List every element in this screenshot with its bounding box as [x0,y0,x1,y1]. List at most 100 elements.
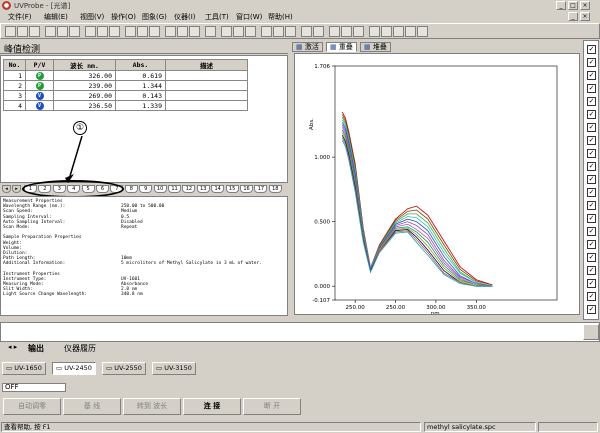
maximize-button[interactable]: □ [568,1,578,10]
page-tab[interactable]: 12 [182,185,196,193]
output-scroll[interactable] [583,324,599,340]
undo-icon[interactable] [85,26,96,37]
output-arrows-icon[interactable]: ◂ ▸ [8,343,17,351]
cut-icon[interactable] [45,26,56,37]
tab-prev-icon[interactable]: ◂ [2,185,11,193]
series-checkbox[interactable]: ✓ [587,110,596,119]
tab-output[interactable]: 输出 [28,343,44,354]
cursor-icon[interactable] [205,26,216,37]
new-file-icon[interactable] [5,26,16,37]
math-icon[interactable] [301,26,312,37]
table-row[interactable]: 1 P 326.00 0.619 [3,70,248,81]
goto-wavelength-button[interactable]: 转到 波长 [123,398,181,415]
series-checkbox[interactable]: ✓ [587,45,596,54]
menu-tools[interactable]: 工具(T) [205,12,229,22]
table-row[interactable]: 4 V 236.50 1.339 [3,100,248,111]
series-checkbox[interactable]: ✓ [587,123,596,132]
page-tab[interactable]: 15 [225,185,239,193]
report-icon[interactable] [149,26,160,37]
axis-icon[interactable] [341,26,352,37]
series-checkbox[interactable]: ✓ [587,214,596,223]
graph-c-icon[interactable] [189,26,200,37]
save-icon[interactable] [29,26,40,37]
series-checkbox[interactable]: ✓ [587,162,596,171]
col-wavelength[interactable]: 波长 nm. [53,59,116,71]
page-tab[interactable]: 18 [268,185,282,193]
instrument-uv-2450[interactable]: ▭ UV-2450 [52,362,96,375]
col-no[interactable]: No. [3,59,26,71]
instrument-uv-1650[interactable]: ▭ UV-1650 [2,362,46,375]
tab-instrument-history[interactable]: 仪器履历 [64,343,96,354]
table-row[interactable]: 3 V 269.00 0.143 [3,90,248,101]
zoom-fit-icon[interactable] [245,26,256,37]
zoom-out-icon[interactable] [233,26,244,37]
series-checkbox[interactable]: ✓ [587,253,596,262]
minimize-button[interactable]: _ [556,1,566,10]
page-tab[interactable]: 16 [240,185,253,193]
col-pv[interactable]: P/V [25,59,54,71]
tab-active[interactable]: ▦ 激活 [292,42,323,52]
series-checkbox[interactable]: ✓ [587,188,596,197]
menu-window[interactable]: 窗口(W) [236,12,262,22]
series-checkbox[interactable]: ✓ [587,227,596,236]
page-tab[interactable]: 9 [139,185,153,193]
page-tab[interactable]: 14 [211,185,225,193]
baseline-button[interactable]: 基 线 [63,398,121,415]
spreadsheet-icon[interactable] [405,26,416,37]
series-checkbox[interactable]: ✓ [587,97,596,106]
menu-instrument[interactable]: 仪器(I) [174,12,196,22]
legend-icon[interactable] [353,26,364,37]
graph-b-icon[interactable] [177,26,188,37]
point-pick-icon[interactable] [273,26,284,37]
doc-close-button[interactable]: × [580,12,590,21]
print-icon[interactable] [97,26,108,37]
series-checkbox[interactable]: ✓ [587,84,596,93]
menu-file[interactable]: 文件(F) [8,12,32,22]
properties-icon[interactable] [137,26,148,37]
menu-edit[interactable]: 编辑(E) [44,12,68,22]
close-button[interactable]: × [580,1,590,10]
zoom-in-icon[interactable] [221,26,232,37]
open-file-icon[interactable] [17,26,28,37]
series-checkbox[interactable]: ✓ [587,58,596,67]
series-checkbox[interactable]: ✓ [587,136,596,145]
method-icon[interactable] [125,26,136,37]
instrument-uv-3150[interactable]: ▭ UV-3150 [152,362,196,375]
graph-a-icon[interactable] [165,26,176,37]
tab-stack[interactable]: ▦ 堆叠 [360,42,391,52]
autozero-button[interactable]: 自动调零 [3,398,61,415]
menu-help[interactable]: 帮助(H) [268,12,293,22]
series-checkbox[interactable]: ✓ [587,305,596,314]
menu-graph[interactable]: 图象(G) [142,12,167,22]
color-icon[interactable] [369,26,380,37]
tab-overlay[interactable]: ▦ 重叠 [326,42,357,52]
connect-button[interactable]: 连 接 [183,398,241,415]
grid-icon[interactable] [381,26,392,37]
series-checkbox[interactable]: ✓ [587,149,596,158]
help-icon[interactable] [417,26,428,37]
disconnect-button[interactable]: 断 开 [243,398,301,415]
series-checkbox[interactable]: ✓ [587,201,596,210]
area-icon[interactable] [285,26,296,37]
spectrum-chart[interactable]: -0.1070.0000.5001.0001.706250.00 250.00 30… [295,54,579,317]
menu-operation[interactable]: 操作(O) [111,12,136,22]
series-checkbox[interactable]: ✓ [587,279,596,288]
paste-icon[interactable] [69,26,80,37]
col-abs[interactable]: Abs. [115,59,166,71]
col-description[interactable]: 描述 [165,59,248,71]
page-tab[interactable]: 13 [196,185,210,193]
instrument-uv-2550[interactable]: ▭ UV-2550 [102,362,146,375]
doc-minimize-button[interactable]: _ [568,12,578,21]
overlay-icon[interactable] [313,26,324,37]
page-tab[interactable]: 10 [153,185,167,193]
page-tab[interactable]: 17 [254,185,268,193]
series-checkbox[interactable]: ✓ [587,292,596,301]
series-checkbox[interactable]: ✓ [587,266,596,275]
table-icon[interactable] [393,26,404,37]
data-print-icon[interactable] [329,26,340,37]
peak-pick-icon[interactable] [261,26,272,37]
print-preview-icon[interactable] [109,26,120,37]
page-tab[interactable]: 11 [168,185,181,193]
page-tab[interactable]: 8 [124,185,138,193]
menu-view[interactable]: 视图(V) [80,12,104,22]
